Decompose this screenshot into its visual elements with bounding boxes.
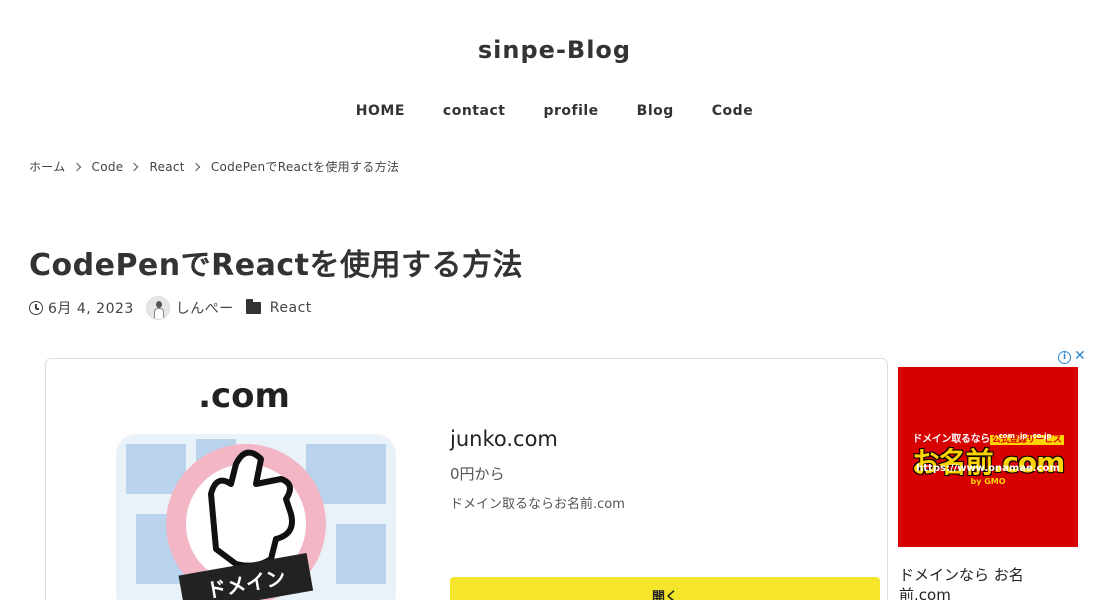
close-icon[interactable]: ✕ (1074, 348, 1086, 364)
breadcrumb-react[interactable]: React (149, 160, 184, 174)
nav-item-contact[interactable]: contact (424, 103, 525, 119)
chevron-right-icon (130, 162, 139, 171)
nav-item-blog[interactable]: Blog (618, 103, 693, 119)
breadcrumb-current: CodePenでReactを使用する方法 (210, 160, 400, 174)
nav-item-profile[interactable]: profile (524, 103, 617, 119)
ad-banner-tld: .com .jp .co.jp (996, 432, 1052, 440)
post-category[interactable]: React (270, 300, 312, 316)
thumbnail-domain-label: .com (198, 376, 290, 416)
post-meta: 6月 4, 2023 しんぺー React (29, 296, 312, 320)
info-icon[interactable]: i (1058, 351, 1071, 364)
clock-icon (29, 301, 43, 315)
site-title[interactable]: sinpe-Blog (0, 36, 1109, 64)
breadcrumb-code[interactable]: Code (92, 160, 124, 174)
ad-banner-main: お名前.com (911, 446, 1066, 479)
link-card[interactable]: .com ドメイン junko.com 0円から ドメイン取るならお名前.com… (45, 358, 888, 600)
folder-icon (245, 299, 261, 314)
card-price: 0円から (450, 465, 505, 483)
card-description: ドメイン取るならお名前.com (450, 497, 625, 512)
card-title[interactable]: junko.com (450, 427, 558, 451)
breadcrumb: ホーム Code React CodePenでReactを使用する方法 (29, 158, 399, 175)
ad-caption[interactable]: ドメインなら お名前.com (899, 565, 1039, 600)
breadcrumb-home[interactable]: ホーム (29, 158, 66, 175)
domain-thumbnail: .com ドメイン (116, 376, 396, 600)
nav-item-code[interactable]: Code (693, 103, 772, 119)
nav-item-home[interactable]: HOME (337, 103, 424, 119)
post-date: 6月 4, 2023 (48, 301, 134, 317)
ad-banner-gmo: by GMO (970, 477, 1006, 486)
avatar (145, 296, 170, 320)
post-author[interactable]: しんぺー (176, 298, 234, 318)
chevron-right-icon (191, 162, 201, 171)
open-button[interactable]: 開く (450, 577, 880, 600)
ad-banner-url: https://www.onamae.com (916, 463, 1060, 474)
ad-banner[interactable]: ドメイン取るなら 公式登録サービス お名前.com https://www.ona… (898, 367, 1078, 547)
chevron-right-icon (72, 162, 81, 171)
post-title: CodePenでReactを使用する方法 (29, 248, 523, 283)
main-nav: HOME contact profile Blog Code (0, 103, 1109, 119)
